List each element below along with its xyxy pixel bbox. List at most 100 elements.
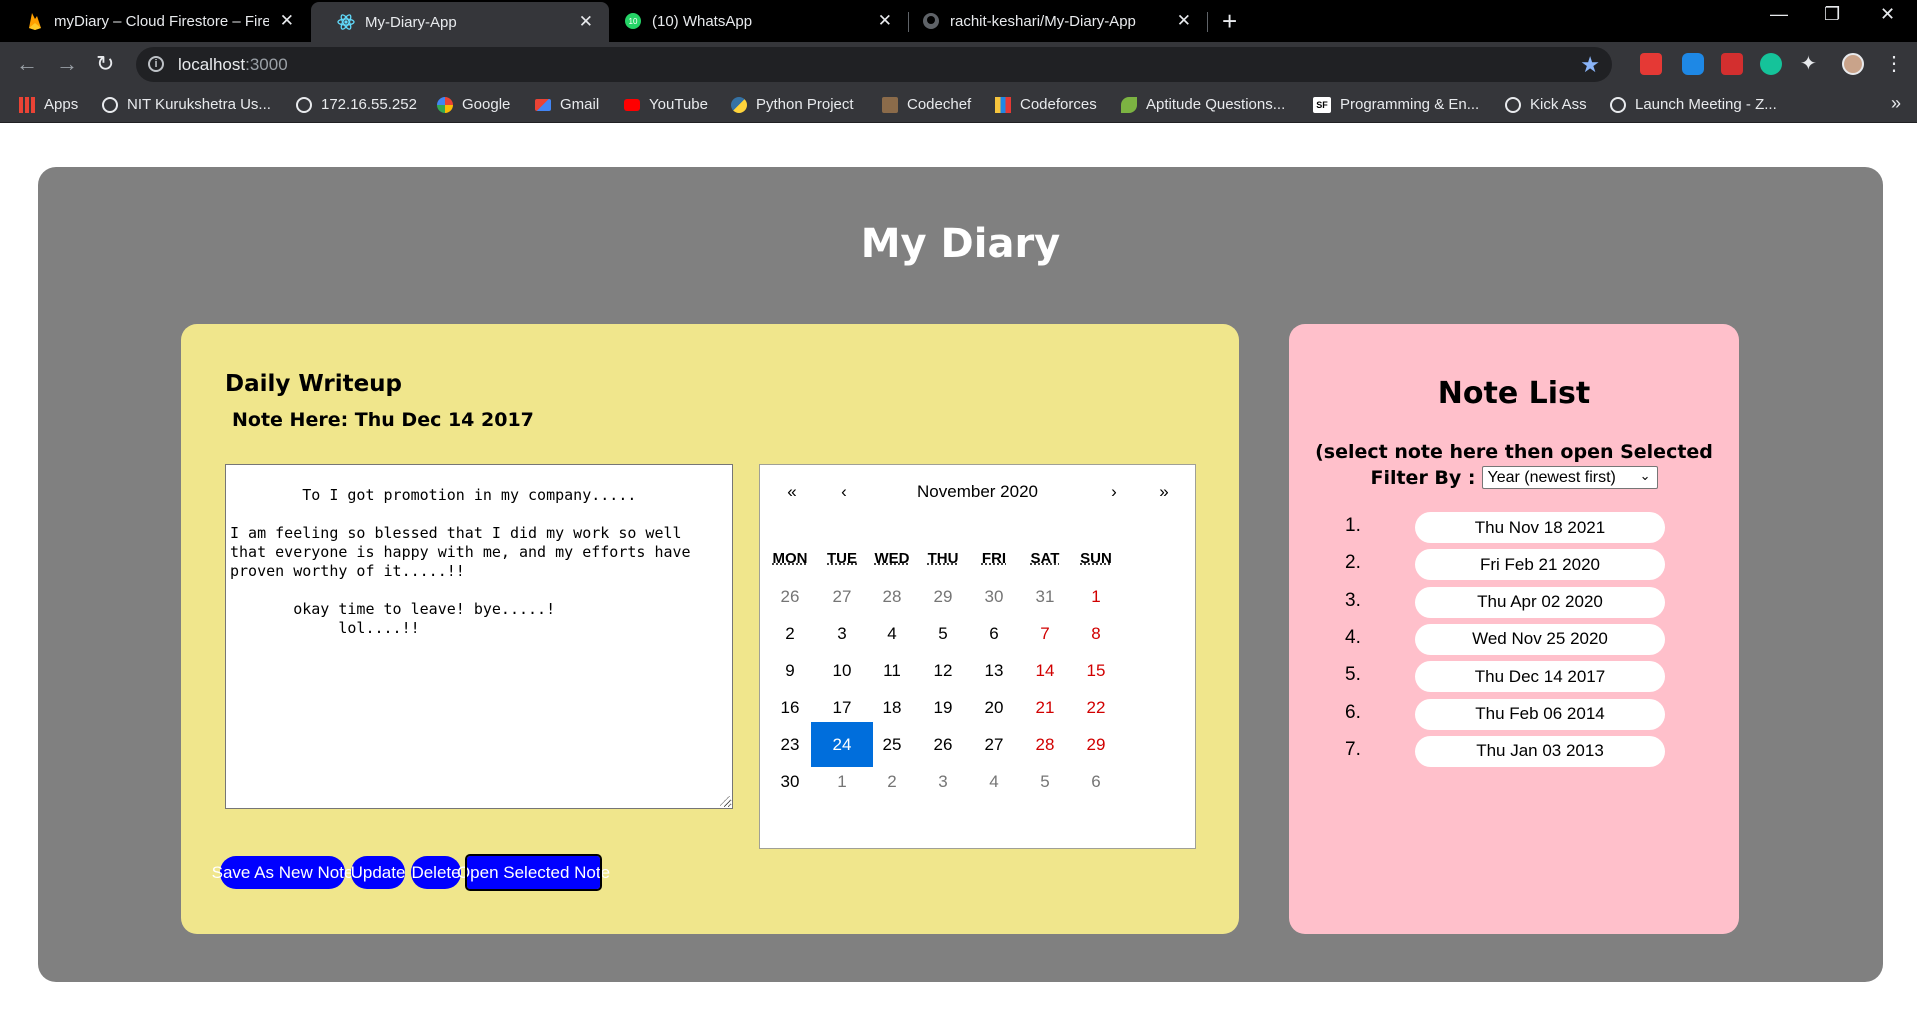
note-list-item: 3. Thu Apr 02 2020: [1289, 584, 1739, 618]
bookmark-apps[interactable]: Apps: [19, 96, 78, 113]
youtube-icon: [624, 98, 640, 111]
calendar-next-year-button[interactable]: »: [1144, 477, 1184, 507]
note-list-item: 7. Thu Jan 03 2013: [1289, 733, 1739, 767]
leaf-icon: [1121, 96, 1137, 113]
tab-my-diary-app[interactable]: My-Diary-App ✕: [311, 2, 609, 42]
url-text[interactable]: localhost:3000: [178, 55, 288, 75]
note-date-button[interactable]: Thu Apr 02 2020: [1415, 586, 1665, 618]
more-bookmarks-icon[interactable]: »: [1891, 93, 1901, 114]
note-index: 7.: [1345, 738, 1361, 760]
extensions-icon[interactable]: ✦: [1800, 53, 1822, 75]
tab-title: (10) WhatsApp: [652, 12, 753, 30]
bookmark-launch-meeting[interactable]: Launch Meeting - Z...: [1610, 96, 1777, 113]
note-date-button[interactable]: Wed Nov 25 2020: [1415, 623, 1665, 655]
new-tab-icon[interactable]: +: [1222, 6, 1237, 37]
menu-icon[interactable]: ⋮: [1884, 53, 1906, 75]
note-text[interactable]: To I got promotion in my company..... I …: [230, 486, 691, 637]
tab-strip: myDiary – Cloud Firestore – Fireb ✕ My-D…: [0, 0, 1917, 42]
github-icon: [922, 12, 940, 30]
profile-avatar[interactable]: [1842, 53, 1864, 75]
filter-value: Year (newest first): [1487, 468, 1616, 486]
daily-writeup-panel: Daily Writeup Note Here: Thu Dec 14 2017…: [181, 324, 1239, 934]
info-icon[interactable]: i: [148, 56, 164, 72]
bookmark-codeforces[interactable]: Codeforces: [995, 96, 1097, 113]
filter-row: Filter By : Year (newest first) ⌄: [1289, 466, 1739, 489]
react-icon: [337, 13, 355, 31]
python-icon: [731, 96, 747, 113]
bookmark-python-project[interactable]: Python Project: [731, 96, 854, 113]
tab-github[interactable]: rachit-keshari/My-Diary-App ✕: [909, 0, 1207, 42]
bookmark-google[interactable]: Google: [437, 96, 510, 113]
note-index: 1.: [1345, 515, 1361, 536]
reload-icon[interactable]: ↻: [96, 51, 114, 77]
note-date-button[interactable]: Thu Nov 18 2021: [1415, 512, 1665, 543]
calendar-day[interactable]: 6: [1065, 759, 1127, 804]
close-tab-icon[interactable]: ✕: [579, 12, 593, 32]
daily-writeup-heading: Daily Writeup: [225, 371, 403, 397]
calendar: « ‹ November 2020 › » MON TUE WED THU FRI SAT…: [759, 464, 1196, 849]
codechef-icon: [882, 96, 898, 113]
note-list-item: 5. Thu Dec 14 2017: [1289, 658, 1739, 693]
calendar-month-label[interactable]: November 2020: [870, 477, 1085, 507]
puzzle-red-extension-icon[interactable]: [1721, 53, 1743, 75]
browser-toolbar: ← → ↻ i localhost:3000 ★ ✦ ⋮: [0, 42, 1917, 87]
restore-icon[interactable]: ❐: [1824, 4, 1840, 25]
note-list-title: Note List: [1437, 376, 1591, 411]
note-list-item: 2. Fri Feb 21 2020: [1289, 546, 1739, 581]
save-as-new-note-button[interactable]: Save As New Note: [212, 856, 353, 889]
grammarly-icon[interactable]: [1760, 53, 1782, 75]
whatsapp-icon: 10: [624, 12, 642, 30]
minimize-icon[interactable]: —: [1770, 4, 1788, 25]
bookmark-ip[interactable]: 172.16.55.252: [296, 96, 417, 113]
calendar-next-month-button[interactable]: ›: [1094, 477, 1134, 507]
bookmark-youtube[interactable]: YouTube: [624, 96, 708, 113]
note-index: 2.: [1345, 552, 1361, 574]
close-tab-icon[interactable]: ✕: [878, 11, 892, 31]
firebase-icon: [26, 12, 44, 30]
note-list-item: 1. Thu Nov 18 2021: [1289, 509, 1739, 543]
bookmark-star-icon[interactable]: ★: [1580, 52, 1600, 78]
globe-icon: [1505, 96, 1521, 113]
chevron-down-icon: ⌄: [1639, 468, 1651, 483]
close-tab-icon[interactable]: ✕: [280, 11, 294, 31]
bookmark-gmail[interactable]: Gmail: [535, 96, 599, 113]
filter-select[interactable]: Year (newest first) ⌄: [1481, 466, 1658, 489]
close-window-icon[interactable]: ✕: [1880, 4, 1895, 25]
bookmark-programming[interactable]: SF Programming & En...: [1313, 96, 1479, 113]
app-title: My Diary: [860, 221, 1061, 267]
tab-title: rachit-keshari/My-Diary-App: [950, 12, 1136, 30]
address-bar[interactable]: i localhost:3000 ★: [136, 47, 1612, 82]
tab-separator: [1207, 12, 1208, 32]
pocket-extension-icon[interactable]: [1640, 53, 1662, 75]
close-tab-icon[interactable]: ✕: [1177, 11, 1191, 31]
resize-grip-icon[interactable]: [720, 796, 730, 806]
note-date-button[interactable]: Fri Feb 21 2020: [1415, 549, 1665, 581]
svg-text:10: 10: [629, 17, 638, 26]
bookmark-kick-ass[interactable]: Kick Ass: [1505, 96, 1587, 113]
bookmark-aptitude[interactable]: Aptitude Questions...: [1121, 96, 1285, 113]
globe-icon: [296, 96, 312, 113]
codeforces-icon: [995, 96, 1011, 113]
note-textarea[interactable]: To I got promotion in my company..... I …: [225, 464, 733, 809]
calendar-weekday: SUN: [1080, 550, 1112, 567]
tab-whatsapp[interactable]: 10 (10) WhatsApp ✕: [610, 0, 908, 42]
back-icon[interactable]: ←: [16, 51, 38, 77]
note-index: 6.: [1345, 701, 1361, 723]
update-button[interactable]: Update: [351, 856, 405, 889]
forward-icon[interactable]: →: [56, 51, 78, 77]
sf-icon: SF: [1313, 96, 1331, 113]
note-date-button[interactable]: Thu Dec 14 2017: [1415, 661, 1665, 693]
delete-button[interactable]: Delete: [411, 856, 461, 889]
note-date-button[interactable]: Thu Jan 03 2013: [1415, 735, 1665, 767]
note-list-item: 6. Thu Feb 06 2014: [1289, 696, 1739, 730]
calendar-prev-month-button[interactable]: ‹: [824, 477, 864, 507]
note-date-button[interactable]: Thu Feb 06 2014: [1415, 698, 1665, 730]
bookmark-nit[interactable]: NIT Kurukshetra Us...: [102, 96, 271, 113]
bookmark-codechef[interactable]: Codechef: [882, 96, 971, 113]
note-index: 5.: [1345, 664, 1361, 686]
tab-firestore[interactable]: myDiary – Cloud Firestore – Fireb ✕: [0, 0, 310, 42]
hex-extension-icon[interactable]: [1682, 53, 1704, 75]
note-date-label: Note Here: Thu Dec 14 2017: [232, 409, 534, 431]
calendar-prev-year-button[interactable]: «: [772, 477, 812, 507]
open-selected-note-button[interactable]: Open Selected Note: [457, 854, 610, 891]
